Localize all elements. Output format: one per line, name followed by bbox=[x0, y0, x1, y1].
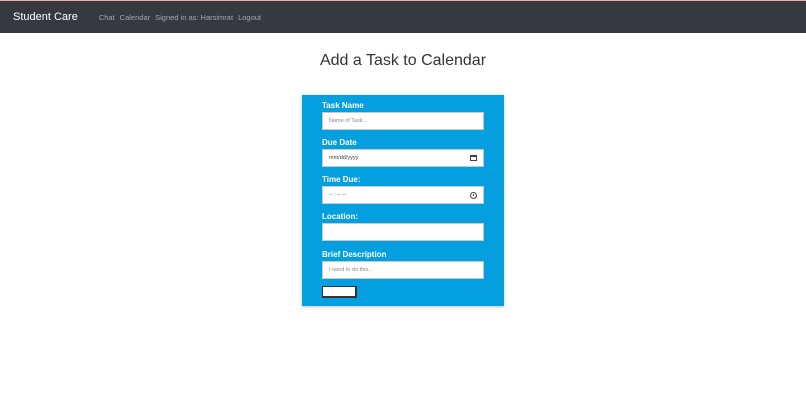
nav-link-chat[interactable]: Chat bbox=[99, 13, 115, 22]
nav-link-calendar[interactable]: Calendar bbox=[120, 13, 150, 22]
nav-signed-in-user[interactable]: Signed in as: Harsimrat bbox=[155, 13, 233, 22]
task-name-field[interactable] bbox=[322, 112, 484, 130]
time-due-placeholder: -- : -- -- bbox=[329, 192, 347, 198]
navbar: Student Care Chat Calendar Signed in as:… bbox=[0, 1, 806, 33]
submit-button[interactable] bbox=[322, 286, 357, 298]
location-input[interactable] bbox=[329, 224, 477, 240]
time-due-input[interactable]: -- : -- -- bbox=[322, 186, 484, 204]
time-due-label: Time Due: bbox=[322, 175, 361, 184]
location-label: Location: bbox=[322, 212, 358, 221]
clock-icon[interactable] bbox=[470, 191, 477, 199]
description-label: Brief Description bbox=[322, 250, 387, 259]
page-title: Add a Task to Calendar bbox=[319, 52, 487, 69]
calendar-icon[interactable] bbox=[470, 155, 477, 161]
add-task-form: Task Name Due Date mm/dd/yyyy Time Due: … bbox=[302, 95, 504, 306]
due-date-placeholder: mm/dd/yyyy bbox=[329, 155, 359, 161]
nav-link-logout[interactable]: Logout bbox=[238, 13, 261, 22]
due-date-label: Due Date bbox=[322, 138, 357, 147]
brand-logo[interactable]: Student Care bbox=[13, 11, 78, 23]
task-name-input[interactable] bbox=[329, 113, 477, 129]
task-name-label: Task Name bbox=[322, 101, 364, 110]
description-field[interactable] bbox=[322, 261, 484, 279]
due-date-input[interactable]: mm/dd/yyyy bbox=[322, 149, 484, 167]
location-field[interactable] bbox=[322, 223, 484, 241]
description-input[interactable] bbox=[329, 262, 477, 278]
